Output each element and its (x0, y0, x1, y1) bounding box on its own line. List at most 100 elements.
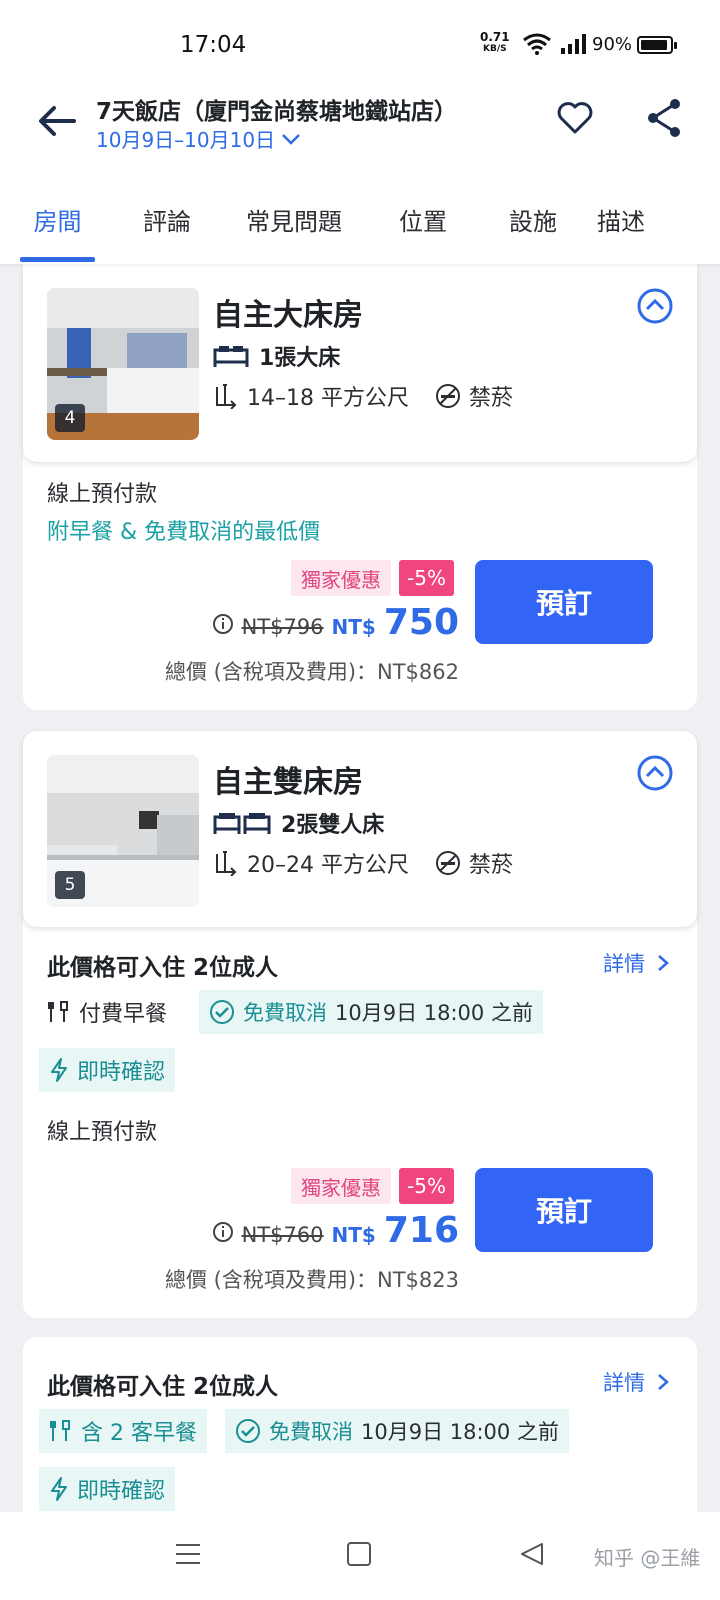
room-name: 自主大床房 (213, 298, 363, 333)
room-size: 14–18 平方公尺 (213, 380, 409, 412)
lightning-icon (51, 1058, 67, 1082)
utensils-icon (48, 1001, 68, 1022)
utensils-icon (50, 1420, 70, 1441)
room-card-twin: 5 自主雙床房 2張雙人床 20–24 平方公尺 禁菸 (23, 731, 697, 927)
info-icon[interactable] (212, 1221, 234, 1243)
free-cancellation: 免費取消 10月9日 18:00 之前 (225, 1409, 569, 1453)
bed-label: 2張雙人床 (281, 813, 385, 838)
chevron-right-icon (658, 955, 669, 971)
room-size-label: 20–24 平方公尺 (247, 853, 409, 878)
payment-type: 線上預付款 (47, 1120, 158, 1145)
home-square-icon[interactable] (347, 1542, 371, 1566)
system-nav-bar: 知乎 @王維 (0, 1512, 720, 1600)
original-price: NT$760 (241, 1223, 324, 1247)
discount-badge: -5% (399, 1168, 454, 1204)
network-speed: 0.71 KB/S (480, 30, 510, 54)
info-icon[interactable] (212, 613, 234, 635)
share-icon[interactable] (645, 96, 685, 140)
room-features: 14–18 平方公尺 禁菸 (213, 380, 513, 412)
room-size: 20–24 平方公尺 (213, 847, 409, 879)
price: 716 (383, 1210, 459, 1251)
back-triangle-icon[interactable] (518, 1540, 546, 1568)
bed-label: 1張大床 (259, 346, 341, 371)
chevron-up-circle-icon[interactable] (637, 288, 673, 324)
book-button[interactable]: 預訂 (475, 560, 653, 644)
occupancy: 此價格可入住 2位成人 (47, 1374, 279, 1400)
twin-bed-icon (213, 813, 271, 834)
exclusive-deal-badge: 獨家優惠 (291, 560, 391, 596)
rate-plan: 此價格可入住 2位成人 詳情 付費早餐 免費取消 10月9日 18:00 之前 … (23, 918, 697, 1318)
battery-icon (637, 36, 677, 54)
total-price: 總價 (含稅項及費用)：NT$823 (164, 1268, 459, 1292)
tab-facilities[interactable]: 設施 (503, 196, 563, 264)
chevron-up-circle-icon[interactable] (637, 755, 673, 791)
price-row: NT$796 NT$ 750 (212, 602, 459, 646)
smoking-policy: 禁菸 (435, 380, 513, 412)
tab-faq[interactable]: 常見問題 (239, 196, 349, 264)
bed-info: 2張雙人床 (213, 807, 384, 839)
watermark: 知乎 @王維 (594, 1546, 701, 1570)
header: 7天飯店（廈門金尚蔡塘地鐵站店） 10月9日–10月10日 房間 評論 常見問題… (0, 86, 720, 264)
meal-info: 含 2 客早餐 (39, 1409, 207, 1453)
no-smoking-icon (435, 851, 460, 875)
room-photo[interactable]: 5 (47, 755, 199, 907)
bed-icon (213, 346, 249, 367)
occupancy: 此價格可入住 2位成人 (47, 955, 279, 981)
tab-rooms[interactable]: 房間 (20, 196, 95, 264)
price-currency: NT$ (331, 615, 376, 639)
room-photo[interactable]: 4 (47, 288, 199, 440)
chevron-down-icon (282, 133, 300, 145)
details-link[interactable]: 詳情 (603, 1367, 669, 1397)
payment-type: 線上預付款 (47, 482, 158, 507)
price: 750 (383, 602, 459, 643)
price-row: NT$760 NT$ 716 (212, 1210, 459, 1254)
check-circle-icon (210, 1000, 234, 1024)
room-features: 20–24 平方公尺 禁菸 (213, 847, 513, 879)
date-range-selector[interactable]: 10月9日–10月10日 (96, 124, 301, 153)
bed-info: 1張大床 (213, 340, 340, 372)
room-size-icon (216, 384, 237, 409)
tab-reviews[interactable]: 評論 (135, 196, 199, 264)
tab-location[interactable]: 位置 (393, 196, 453, 264)
free-cancellation: 免費取消 10月9日 18:00 之前 (199, 990, 543, 1034)
signal-icon (561, 34, 586, 54)
promo-badges: 獨家優惠 -5% (291, 560, 454, 596)
original-price: NT$796 (241, 615, 324, 639)
rate-plan: 此價格可入住 2位成人 詳情 含 2 客早餐 免費取消 10月9日 18:00 … (23, 1337, 697, 1537)
check-circle-icon (236, 1419, 260, 1443)
room-card-king: 4 自主大床房 1張大床 14–18 平方公尺 禁菸 (23, 264, 697, 462)
tab-description[interactable]: 描述 (591, 196, 651, 264)
photo-count: 4 (55, 404, 85, 432)
smoking-label: 禁菸 (468, 386, 513, 411)
date-range: 10月9日–10月10日 (96, 128, 276, 152)
status-time: 17:04 (180, 32, 247, 58)
promo-badges: 獨家優惠 -5% (291, 1168, 454, 1204)
no-smoking-icon (435, 384, 460, 408)
hotel-title: 7天飯店（廈門金尚蔡塘地鐵站店） (96, 99, 458, 125)
room-name: 自主雙床房 (213, 765, 363, 800)
instant-confirmation: 即時確認 (39, 1467, 176, 1511)
status-bar: 17:04 0.71 KB/S 90% (0, 0, 720, 86)
chevron-right-icon (658, 1374, 669, 1390)
plan-highlight: 附早餐 & 免費取消的最低價 (47, 520, 321, 545)
rate-plan: 線上預付款 附早餐 & 免費取消的最低價 獨家優惠 -5% 預訂 NT$796 … (23, 452, 697, 710)
lightning-icon (51, 1477, 67, 1501)
smoking-policy: 禁菸 (435, 847, 513, 879)
details-link[interactable]: 詳情 (603, 948, 669, 978)
wifi-icon (523, 33, 551, 55)
back-arrow-icon[interactable] (34, 98, 80, 144)
menu-icon[interactable] (174, 1542, 202, 1566)
price-currency: NT$ (331, 1223, 376, 1247)
discount-badge: -5% (399, 560, 454, 596)
photo-count: 5 (55, 871, 85, 899)
battery-percent: 90% (592, 34, 633, 55)
room-size-icon (216, 851, 237, 876)
exclusive-deal-badge: 獨家優惠 (291, 1168, 391, 1204)
meal-info: 付費早餐 (47, 990, 167, 1034)
instant-confirmation: 即時確認 (39, 1048, 176, 1092)
tab-bar: 房間 評論 常見問題 位置 設施 描述 (0, 196, 720, 264)
book-button[interactable]: 預訂 (475, 1168, 653, 1252)
smoking-label: 禁菸 (468, 853, 513, 878)
heart-icon[interactable] (555, 98, 595, 138)
total-price: 總價 (含稅項及費用)：NT$862 (164, 660, 459, 684)
